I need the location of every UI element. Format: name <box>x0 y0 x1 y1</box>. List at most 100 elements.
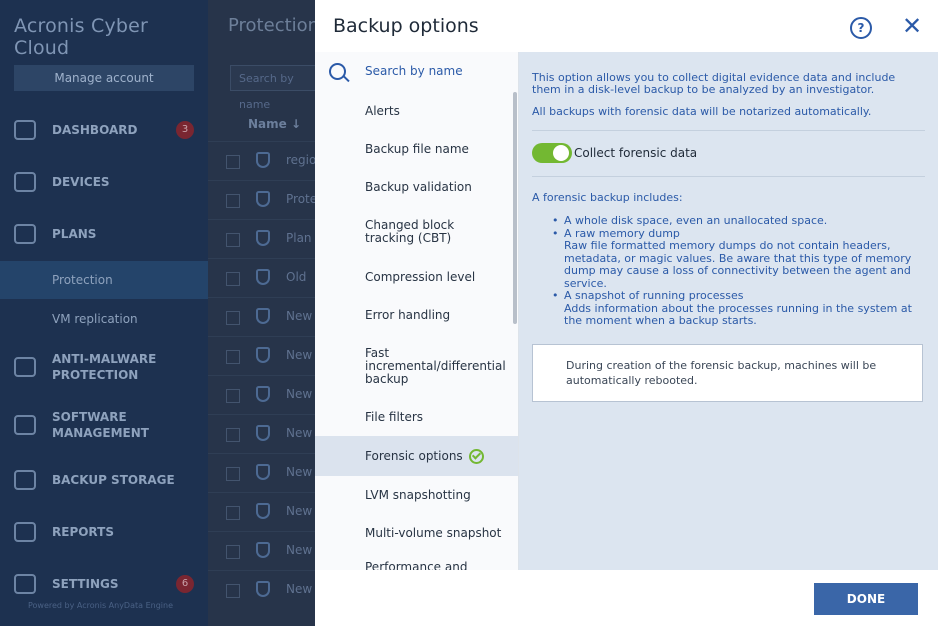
table-row[interactable]: Prote <box>208 180 318 220</box>
table-row[interactable]: Plan <box>208 219 315 259</box>
option-fast-incremental[interactable]: Fast incremental/differential backup <box>315 334 518 398</box>
option-label: Error handling <box>365 307 451 322</box>
row-checkbox[interactable] <box>226 389 240 403</box>
close-icon[interactable]: ✕ <box>902 12 922 40</box>
nav-sub-protection[interactable]: Protection <box>0 261 208 299</box>
row-checkbox[interactable] <box>226 428 240 442</box>
option-changed-block-tracking[interactable]: Changed block tracking (CBT) <box>315 206 518 258</box>
option-label: Changed block tracking (CBT) <box>365 218 455 245</box>
help-icon[interactable]: ? <box>850 17 872 39</box>
option-backup-file-name[interactable]: Backup file name <box>315 130 518 168</box>
collect-forensic-toggle[interactable] <box>532 143 572 163</box>
done-button[interactable]: DONE <box>814 583 918 615</box>
nav-software-management[interactable]: SOFTWARE MANAGEMENT <box>0 405 208 445</box>
plans-search-input[interactable]: Search by name <box>230 65 320 111</box>
dialog-title: Backup options <box>333 15 479 37</box>
row-checkbox[interactable] <box>226 194 240 208</box>
table-row[interactable]: New <box>208 492 315 532</box>
option-compression-level[interactable]: Compression level <box>315 258 518 296</box>
option-label: Forensic options <box>365 448 463 463</box>
shield-icon <box>256 464 270 480</box>
nav-backup-storage[interactable]: BACKUP STORAGE <box>0 460 208 500</box>
table-row[interactable]: New <box>208 414 315 454</box>
app-sidebar: Acronis Cyber Cloud Manage account DASHB… <box>0 0 208 626</box>
plans-icon <box>14 224 36 244</box>
shield-icon <box>256 308 270 324</box>
nav-reports[interactable]: REPORTS <box>0 512 208 552</box>
option-label: Alerts <box>365 103 400 118</box>
row-checkbox[interactable] <box>226 311 240 325</box>
shield-icon <box>256 386 270 402</box>
includes-item-detail: Adds information about the processes run… <box>564 301 912 327</box>
row-checkbox[interactable] <box>226 584 240 598</box>
nav-settings[interactable]: SETTINGS 6 <box>0 564 208 604</box>
option-description: This option allows you to collect digita… <box>532 71 896 96</box>
option-error-handling[interactable]: Error handling <box>315 296 518 334</box>
option-alerts[interactable]: Alerts <box>315 92 518 130</box>
nav-devices-label: DEVICES <box>52 175 110 189</box>
includes-item: A raw memory dumpRaw file formatted memo… <box>532 227 932 291</box>
name-column-header[interactable]: Name ↓ <box>248 117 301 131</box>
option-backup-validation[interactable]: Backup validation <box>315 168 518 206</box>
app-brand-logo: Acronis Cyber Cloud <box>14 15 149 59</box>
row-name: New <box>286 582 313 596</box>
table-row[interactable]: regio <box>208 141 317 181</box>
table-row[interactable]: New <box>208 453 315 493</box>
dashboard-alert-badge: 3 <box>176 121 194 139</box>
row-checkbox[interactable] <box>226 467 240 481</box>
table-row[interactable]: New <box>208 531 315 571</box>
option-performance[interactable]: Performance and backup <box>315 561 518 571</box>
nav-anti-malware[interactable]: ANTI-MALWARE PROTECTION <box>0 347 208 387</box>
nav-reports-label: REPORTS <box>52 525 114 539</box>
shield-icon <box>256 503 270 519</box>
nav-devices[interactable]: DEVICES <box>0 162 208 202</box>
reports-icon <box>14 522 36 542</box>
option-label: Backup file name <box>365 141 469 156</box>
option-lvm-snapshotting[interactable]: LVM snapshotting <box>315 476 518 514</box>
table-row[interactable]: New <box>208 336 315 376</box>
option-search[interactable]: Search by name <box>315 52 518 90</box>
options-scrollbar[interactable] <box>513 92 517 324</box>
row-checkbox[interactable] <box>226 506 240 520</box>
shield-icon <box>256 347 270 363</box>
option-label: LVM snapshotting <box>365 487 471 502</box>
row-checkbox[interactable] <box>226 272 240 286</box>
forensic-options-pane: This option allows you to collect digita… <box>519 52 938 570</box>
row-name: New <box>286 348 313 362</box>
option-file-filters[interactable]: File filters <box>315 398 518 436</box>
option-forensic-options[interactable]: Forensic options <box>315 436 518 476</box>
row-name: Prote <box>286 192 318 206</box>
row-checkbox[interactable] <box>226 155 240 169</box>
row-name: Plan <box>286 231 312 245</box>
storage-icon <box>14 470 36 490</box>
option-search-input[interactable]: Search by name <box>365 64 463 78</box>
shield-icon <box>256 230 270 246</box>
option-label: Fast incremental/differential backup <box>365 345 506 386</box>
includes-list: A whole disk space, even an unallocated … <box>532 214 932 328</box>
includes-item-title: A snapshot of running processes <box>564 289 744 302</box>
nav-sub-vm-replication[interactable]: VM replication <box>0 300 208 338</box>
row-checkbox[interactable] <box>226 545 240 559</box>
row-checkbox[interactable] <box>226 233 240 247</box>
nav-plans-label: PLANS <box>52 227 97 241</box>
powered-by-text: Powered by Acronis AnyData Engine <box>28 601 173 610</box>
nav-dashboard[interactable]: DASHBOARD 3 <box>0 110 208 150</box>
table-row[interactable]: New <box>208 570 315 610</box>
option-label: Compression level <box>365 269 476 284</box>
collect-forensic-label: Collect forensic data <box>574 146 698 160</box>
table-row[interactable]: Old <box>208 258 315 298</box>
table-row[interactable]: New <box>208 375 315 415</box>
nav-settings-label: SETTINGS <box>52 577 119 591</box>
option-multi-volume-snapshot[interactable]: Multi-volume snapshot <box>315 514 518 552</box>
table-row[interactable]: New <box>208 297 315 337</box>
row-name: regio <box>286 153 317 167</box>
nav-plans[interactable]: PLANS <box>0 214 208 254</box>
notarization-note: All backups with forensic data will be n… <box>532 105 872 118</box>
shield-icon <box>256 152 270 168</box>
includes-item-detail: Raw file formatted memory dumps do not c… <box>564 239 912 290</box>
row-name: Old <box>286 270 307 284</box>
includes-title: A forensic backup includes: <box>532 191 683 204</box>
settings-badge: 6 <box>176 575 194 593</box>
row-checkbox[interactable] <box>226 350 240 364</box>
manage-account-button[interactable]: Manage account <box>14 65 194 91</box>
